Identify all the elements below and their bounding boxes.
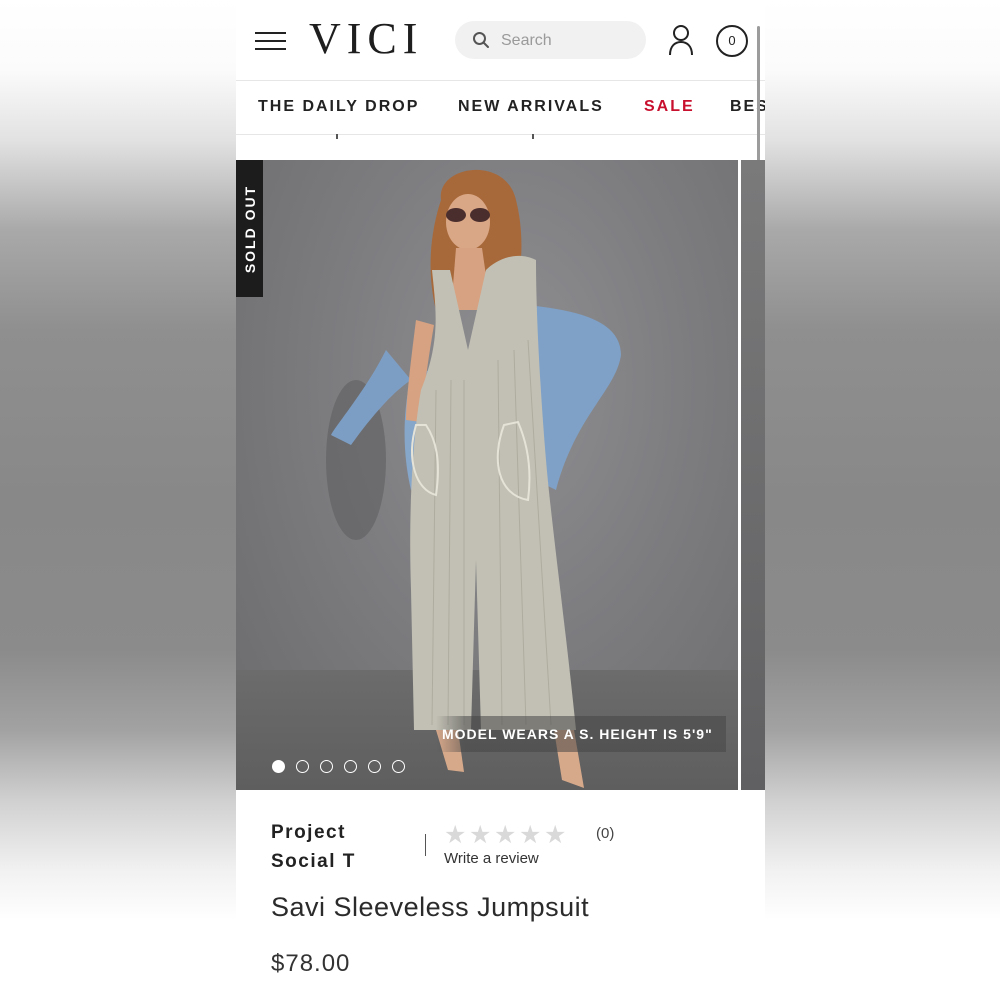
star-icon: ★ xyxy=(519,821,542,849)
mobile-page: VICI 0 THE DAILY DROP NEW ARRIVALS SALE … xyxy=(236,0,765,1000)
star-icon: ★ xyxy=(469,821,492,849)
nav-item-sale[interactable]: SALE xyxy=(644,98,695,116)
product-image[interactable] xyxy=(236,160,738,790)
nav-item-daily-drop[interactable]: THE DAILY DROP xyxy=(258,98,419,116)
search-input[interactable] xyxy=(499,29,638,53)
menu-icon[interactable] xyxy=(255,31,286,51)
star-icon: ★ xyxy=(544,821,567,849)
divider xyxy=(425,834,426,856)
write-review-link[interactable]: Write a review xyxy=(444,850,539,867)
sold-out-badge: SOLD OUT xyxy=(236,160,263,297)
search-icon xyxy=(473,32,489,48)
carousel-dot[interactable] xyxy=(272,760,285,773)
cart-count-icon[interactable]: 0 xyxy=(716,25,748,57)
brand-name[interactable]: Project Social T xyxy=(271,818,411,876)
model-size-note: MODEL WEARS A S. HEIGHT IS 5'9" xyxy=(436,716,726,752)
site-header: VICI 0 xyxy=(236,0,765,81)
product-title: Savi Sleeveless Jumpsuit xyxy=(271,892,590,922)
carousel-dot[interactable] xyxy=(368,760,381,773)
carousel-dot[interactable] xyxy=(320,760,333,773)
site-logo[interactable]: VICI xyxy=(309,14,423,64)
carousel-dot[interactable] xyxy=(296,760,309,773)
carousel-dot[interactable] xyxy=(344,760,357,773)
next-slide-preview[interactable] xyxy=(741,160,765,790)
account-icon[interactable] xyxy=(668,24,694,56)
model-figure xyxy=(326,169,621,788)
star-icon: ★ xyxy=(494,821,517,849)
sold-out-label: SOLD OUT xyxy=(241,184,258,273)
review-count: (0) xyxy=(596,825,615,842)
carousel-dot[interactable] xyxy=(392,760,405,773)
category-nav: THE DAILY DROP NEW ARRIVALS SALE BES xyxy=(236,81,765,135)
hidden-content-edge xyxy=(236,134,765,139)
star-icon: ★ xyxy=(444,821,467,849)
search-bar[interactable] xyxy=(455,21,646,59)
nav-item-new-arrivals[interactable]: NEW ARRIVALS xyxy=(458,98,604,116)
product-price: $78.00 xyxy=(271,950,351,977)
model-size-text: MODEL WEARS A S. HEIGHT IS 5'9" xyxy=(442,726,713,742)
